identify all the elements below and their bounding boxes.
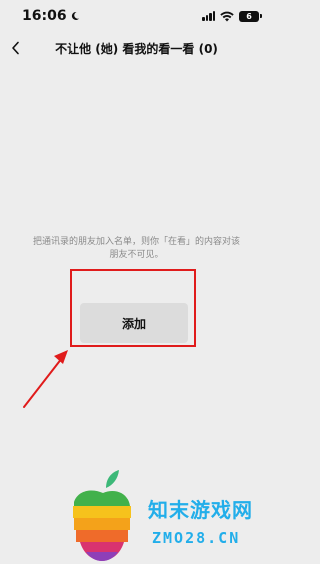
status-bar: 16:06 6	[0, 0, 273, 32]
watermark-logo	[73, 470, 131, 561]
moon-icon	[71, 11, 79, 20]
status-icons: 6	[202, 10, 262, 22]
watermark-domain: ZMO28.CN	[152, 529, 241, 547]
battery-icon: 6	[239, 10, 262, 22]
add-button[interactable]: 添加	[80, 303, 188, 343]
battery-level: 6	[246, 11, 252, 21]
hint-line-2: 朋友不可见。	[109, 250, 164, 260]
nav-bar: 不让他 (她) 看我的看一看 (0)	[0, 32, 273, 64]
page-title: 不让他 (她) 看我的看一看 (0)	[55, 41, 218, 56]
watermark-title: 知末游戏网	[148, 498, 253, 522]
back-button[interactable]	[4, 36, 28, 60]
status-time-text: 16:06	[22, 8, 67, 24]
status-time: 16:06	[22, 8, 80, 24]
back-arrow-icon	[12, 41, 19, 55]
signal-icon	[202, 11, 215, 21]
hint-line-1: 把通讯录的朋友加入名单，则你「在看」的内容对该	[32, 237, 240, 247]
hint-text: 把通讯录的朋友加入名单，则你「在看」的内容对该 朋友不可见。	[14, 236, 259, 262]
wifi-icon	[220, 11, 234, 21]
